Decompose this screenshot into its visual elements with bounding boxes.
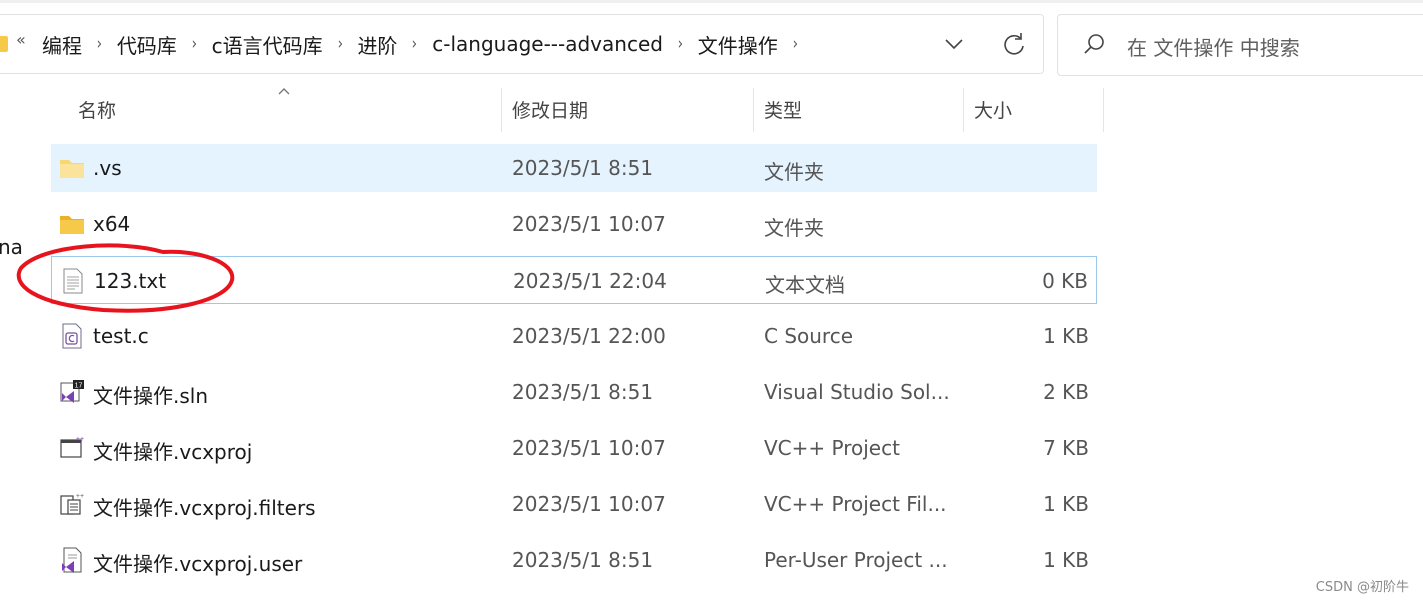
file-row[interactable]: test.c 2023/5/1 22:00 C Source 1 KB bbox=[51, 312, 1097, 360]
breadcrumb-item[interactable]: c语言代码库 bbox=[212, 30, 323, 59]
c-source-icon bbox=[62, 323, 82, 349]
file-name: 文件操作.vcxproj bbox=[93, 440, 253, 464]
breadcrumb-item[interactable]: 代码库 bbox=[117, 30, 177, 59]
file-name: 文件操作.sln bbox=[93, 384, 209, 408]
search-placeholder: 在 文件操作 中搜索 bbox=[1127, 36, 1300, 60]
breadcrumb-item[interactable]: 进阶 bbox=[357, 30, 397, 59]
file-modified: 2023/5/1 10:07 bbox=[512, 492, 666, 516]
sort-ascending-icon bbox=[278, 88, 290, 95]
vcxproj-user-icon bbox=[62, 547, 82, 573]
file-size: 2 KB bbox=[1043, 380, 1089, 404]
column-divider[interactable] bbox=[501, 88, 502, 132]
breadcrumb-item[interactable]: 文件操作 bbox=[698, 30, 778, 59]
file-name: x64 bbox=[93, 212, 131, 236]
annotation-ellipse bbox=[16, 243, 235, 313]
file-row[interactable]: .vs 2023/5/1 8:51 文件夹 bbox=[51, 144, 1097, 192]
vcxproj-icon: ++ bbox=[60, 436, 84, 458]
file-modified: 2023/5/1 22:04 bbox=[513, 269, 667, 293]
file-modified: 2023/5/1 8:51 bbox=[512, 380, 654, 404]
file-type: Visual Studio Sol... bbox=[764, 380, 950, 404]
chevron-right-icon[interactable]: › bbox=[97, 34, 102, 54]
vcxproj-filters-icon: ++ bbox=[60, 493, 84, 515]
file-modified: 2023/5/1 8:51 bbox=[512, 156, 654, 180]
svg-text:++: ++ bbox=[76, 493, 84, 500]
folder-icon bbox=[60, 216, 84, 234]
file-size: 7 KB bbox=[1043, 436, 1089, 460]
chevron-right-icon[interactable]: › bbox=[678, 34, 683, 54]
file-name: 文件操作.vcxproj.filters bbox=[93, 496, 316, 520]
watermark: CSDN @初阶牛 bbox=[1315, 580, 1409, 595]
vs-solution-icon: 17 bbox=[60, 380, 84, 403]
file-modified: 2023/5/1 8:51 bbox=[512, 548, 654, 572]
search-icon bbox=[1084, 34, 1104, 54]
file-modified: 2023/5/1 10:07 bbox=[512, 436, 666, 460]
breadcrumb-item[interactable]: c-language---advanced bbox=[432, 32, 663, 56]
file-name: 文件操作.vcxproj.user bbox=[93, 552, 303, 576]
column-header-type[interactable]: 类型 bbox=[764, 96, 802, 123]
chevron-right-icon[interactable]: › bbox=[337, 34, 342, 54]
file-row[interactable]: 17 文件操作.sln 2023/5/1 8:51 Visual Studio … bbox=[51, 368, 1097, 416]
file-type: C Source bbox=[764, 324, 854, 348]
file-row[interactable]: ++ 文件操作.vcxproj 2023/5/1 10:07 VC++ Proj… bbox=[51, 424, 1097, 472]
file-type: 文件夹 bbox=[764, 160, 824, 184]
folder-icon bbox=[60, 160, 84, 178]
file-size: 0 KB bbox=[1042, 269, 1088, 293]
column-header-modified[interactable]: 修改日期 bbox=[512, 96, 588, 123]
file-modified: 2023/5/1 22:00 bbox=[512, 324, 666, 348]
file-row[interactable]: 文件操作.vcxproj.user 2023/5/1 8:51 Per-User… bbox=[51, 536, 1097, 584]
chevron-right-icon[interactable]: › bbox=[191, 34, 196, 54]
file-row[interactable]: ++ 文件操作.vcxproj.filters 2023/5/1 10:07 V… bbox=[51, 480, 1097, 528]
file-size: 1 KB bbox=[1043, 548, 1089, 572]
breadcrumb-item[interactable]: 编程 bbox=[42, 30, 82, 59]
column-header-name[interactable]: 名称 bbox=[78, 96, 116, 123]
column-divider[interactable] bbox=[1103, 88, 1104, 132]
chevron-right-icon[interactable]: › bbox=[792, 34, 797, 54]
column-divider[interactable] bbox=[963, 88, 964, 132]
file-type: VC++ Project Fil... bbox=[764, 492, 947, 516]
file-type: 文本文档 bbox=[765, 273, 845, 297]
file-size: 1 KB bbox=[1043, 324, 1089, 348]
file-type: 文件夹 bbox=[764, 216, 824, 240]
overflow-chevron-icon[interactable]: « bbox=[16, 30, 26, 49]
file-name: .vs bbox=[93, 156, 122, 180]
file-modified: 2023/5/1 10:07 bbox=[512, 212, 666, 236]
file-name: test.c bbox=[93, 324, 149, 348]
chevron-right-icon[interactable]: › bbox=[412, 34, 417, 54]
file-type: Per-User Project ... bbox=[764, 548, 948, 572]
file-size: 1 KB bbox=[1043, 492, 1089, 516]
svg-text:17: 17 bbox=[75, 383, 83, 390]
window-top-edge bbox=[0, 0, 1423, 3]
file-type: VC++ Project bbox=[764, 436, 900, 460]
column-divider[interactable] bbox=[753, 88, 754, 132]
svg-text:++: ++ bbox=[76, 436, 84, 443]
chevron-down-icon[interactable] bbox=[942, 30, 966, 58]
refresh-icon[interactable] bbox=[1000, 30, 1028, 58]
breadcrumb: 编程 › 代码库 › c语言代码库 › 进阶 › c-language---ad… bbox=[42, 30, 813, 58]
column-header-size[interactable]: 大小 bbox=[974, 96, 1012, 123]
folder-icon bbox=[0, 36, 8, 52]
